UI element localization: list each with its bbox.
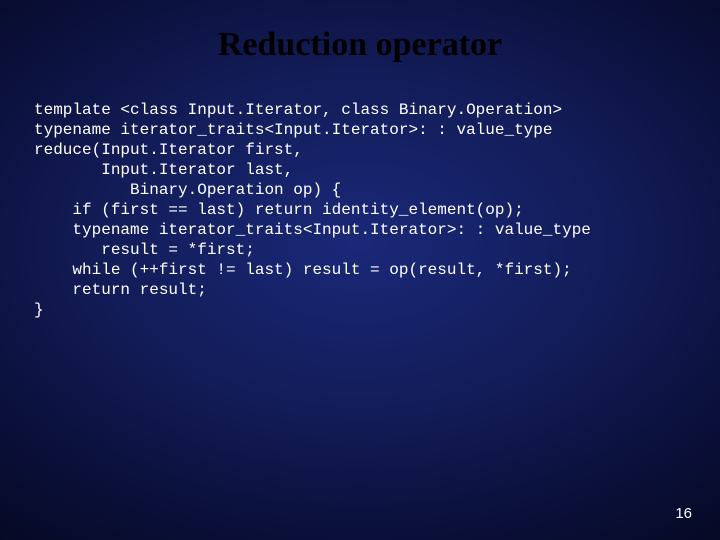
page-number: 16: [675, 505, 692, 522]
code-block: template <class Input.Iterator, class Bi…: [0, 64, 720, 320]
slide-title: Reduction operator: [0, 0, 720, 64]
